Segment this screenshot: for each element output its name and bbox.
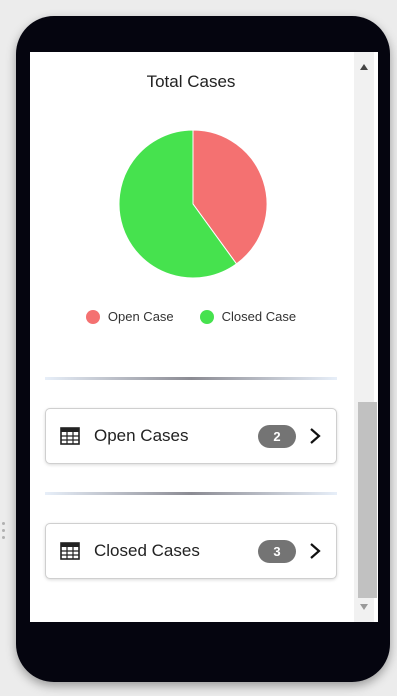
- legend-item-open-case[interactable]: Open Case: [85, 309, 174, 324]
- pie-chart: [118, 129, 268, 279]
- table-grid-icon: [60, 427, 80, 445]
- chevron-right-icon: [310, 543, 321, 559]
- chevron-right-icon: [310, 428, 321, 444]
- section-divider: [45, 492, 337, 495]
- legend-label-closed-case: Closed Case: [221, 309, 297, 324]
- legend-dot-open-case: [85, 309, 100, 324]
- open-cases-label: Open Cases: [94, 426, 189, 445]
- legend-item-closed-case[interactable]: Closed Case: [199, 309, 297, 324]
- vertical-scrollbar[interactable]: [354, 52, 377, 622]
- scroll-content: Total Cases Open Case Closed Case Open C…: [30, 52, 348, 622]
- open-cases-card[interactable]: Open Cases 2: [45, 408, 337, 464]
- section-divider: [45, 377, 337, 380]
- scroll-up-arrow-icon[interactable]: [354, 58, 374, 76]
- scroll-down-arrow-icon[interactable]: [354, 598, 374, 616]
- table-grid-icon: [60, 542, 80, 560]
- legend-dot-closed-case: [199, 309, 214, 324]
- legend-label-open-case: Open Case: [107, 309, 174, 324]
- open-cases-count-badge: 2: [258, 424, 296, 448]
- closed-cases-label: Closed Cases: [94, 541, 200, 560]
- app-screen: Total Cases Open Case Closed Case Open C…: [30, 52, 378, 622]
- side-handle[interactable]: [2, 522, 6, 542]
- chart-legend: Open Case Closed Case: [30, 309, 352, 324]
- chart-title: Total Cases: [146, 72, 236, 91]
- scrollbar-thumb[interactable]: [358, 402, 377, 598]
- closed-cases-card[interactable]: Closed Cases 3: [45, 523, 337, 579]
- closed-cases-count-badge: 3: [258, 539, 296, 563]
